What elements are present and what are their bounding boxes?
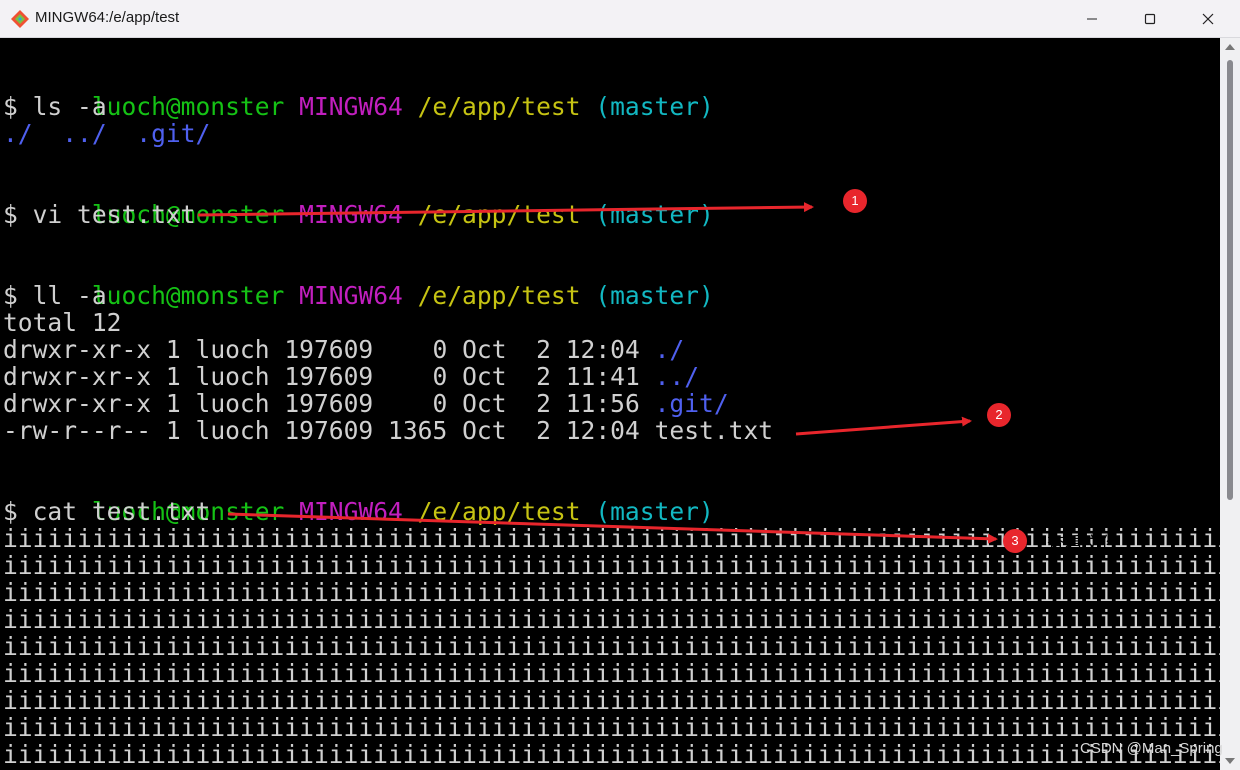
minimize-button[interactable] (1064, 0, 1120, 37)
close-button[interactable] (1180, 0, 1236, 37)
annotation-badge: 1 (843, 189, 867, 213)
dir-entry: .git/ (654, 389, 729, 418)
annotation-badge: 2 (987, 403, 1011, 427)
command-line: $ ls -a (3, 92, 107, 121)
dir-entry: .git/ (136, 119, 211, 148)
cat-output-line: iiiiiiiiiiiiiiiiiiiiiiiiiiiiiiiiiiiiiiii… (3, 605, 1220, 634)
scrollbar-thumb[interactable] (1227, 60, 1233, 500)
prompt-user-host: luoch@monster (91, 92, 285, 121)
scroll-down-arrow-icon[interactable] (1224, 756, 1236, 766)
prompt-env: MINGW64 (299, 281, 403, 310)
prompt-path: /e/app/test (417, 497, 581, 526)
maximize-icon (1144, 13, 1156, 24)
dir-entry: ./ (654, 335, 685, 364)
ll-row: drwxr-xr-x 1 luoch 197609 0 Oct 2 11:41 … (3, 362, 700, 391)
git-bash-diamond-icon (11, 10, 29, 28)
annotation-badge: 3 (1003, 529, 1027, 553)
prompt-branch: (master) (595, 200, 714, 229)
prompt-path: /e/app/test (417, 92, 581, 121)
close-icon (1202, 13, 1214, 24)
cat-output-line: iiiiiiiiiiiiiiiiiiiiiiiiiiiiiiiiiiiiiiii… (3, 659, 1220, 688)
prompt-line: luoch@monster MINGW64 /e/app/test (maste… (3, 255, 714, 309)
file-entry: test.txt (654, 416, 774, 445)
git-bash-window: MINGW64:/e/app/test luoch@monster MINGW6… (0, 0, 1240, 770)
watermark: CSDN @Man_Spring (1080, 740, 1223, 757)
prompt-branch: (master) (595, 92, 714, 121)
prompt-branch: (master) (595, 281, 714, 310)
prompt-env: MINGW64 (299, 497, 403, 526)
ls-output-line: ./ ../ .git/ (3, 120, 210, 147)
annotation-label: 新建文件 (887, 194, 959, 215)
annotation-label: 查看文件 (1047, 534, 1119, 555)
ll-row: drwxr-xr-x 1 luoch 197609 0 Oct 2 11:56 … (3, 389, 729, 418)
maximize-button[interactable] (1122, 0, 1178, 37)
cat-output-line: iiiiiiiiiiiiiiiiiiiiiiiiiiiiiiiiiiiiiiii… (3, 632, 1220, 661)
prompt-env: MINGW64 (299, 200, 403, 229)
cat-output-line: iiiiiiiiiiiiiiiiiiiiiiiiiiiiiiiiiiiiiiii… (3, 578, 1220, 607)
cat-output-line: iiiiiiiiiiiiiiiiiiiiiiiiiiiiiiiiiiiiiiii… (3, 686, 1220, 715)
command-line: $ cat test.txt (3, 497, 211, 526)
command-line: $ vi test.txt (3, 200, 196, 229)
cat-output-line: iiiiiiiiiiiiiiiiiiiiiiiiiiiiiiiiiiiiiiii… (3, 740, 1220, 769)
cat-output-line: iiiiiiiiiiiiiiiiiiiiiiiiiiiiiiiiiiiiiiii… (3, 524, 1220, 553)
cat-output-line: iiiiiiiiiiiiiiiiiiiiiiiiiiiiiiiiiiiiiiii… (3, 713, 1220, 742)
ll-total-line: total 12 (3, 308, 122, 337)
annotation-label: 保存的文件 (1031, 408, 1121, 429)
cat-output-line: iiiiiiiiiiiiiiiiiiiiiiiiiiiiiiiiiiiiiiii… (3, 551, 1220, 580)
ll-row: drwxr-xr-x 1 luoch 197609 0 Oct 2 12:04 … (3, 335, 685, 364)
prompt-path: /e/app/test (417, 200, 581, 229)
ll-row: -rw-r--r-- 1 luoch 197609 1365 Oct 2 12:… (3, 416, 774, 445)
dir-entry: ../ (62, 119, 107, 148)
prompt-line: luoch@monster MINGW64 /e/app/test (maste… (3, 66, 714, 120)
prompt-path: /e/app/test (417, 281, 581, 310)
prompt-branch: (master) (595, 497, 714, 526)
title-bar[interactable]: MINGW64:/e/app/test (0, 0, 1240, 38)
dir-entry: ./ (3, 119, 33, 148)
window-title: MINGW64:/e/app/test (35, 9, 180, 26)
prompt-env: MINGW64 (299, 92, 403, 121)
scroll-up-arrow-icon[interactable] (1224, 42, 1236, 52)
prompt-user-host: luoch@monster (91, 281, 285, 310)
prompt-line: luoch@monster MINGW64 /e/app/test (maste… (3, 174, 714, 228)
prompt-line: luoch@monster MINGW64 /e/app/test (maste… (3, 471, 714, 525)
command-line: $ ll -a (3, 281, 107, 310)
dir-entry: ../ (654, 362, 700, 391)
minimize-icon (1087, 18, 1097, 19)
